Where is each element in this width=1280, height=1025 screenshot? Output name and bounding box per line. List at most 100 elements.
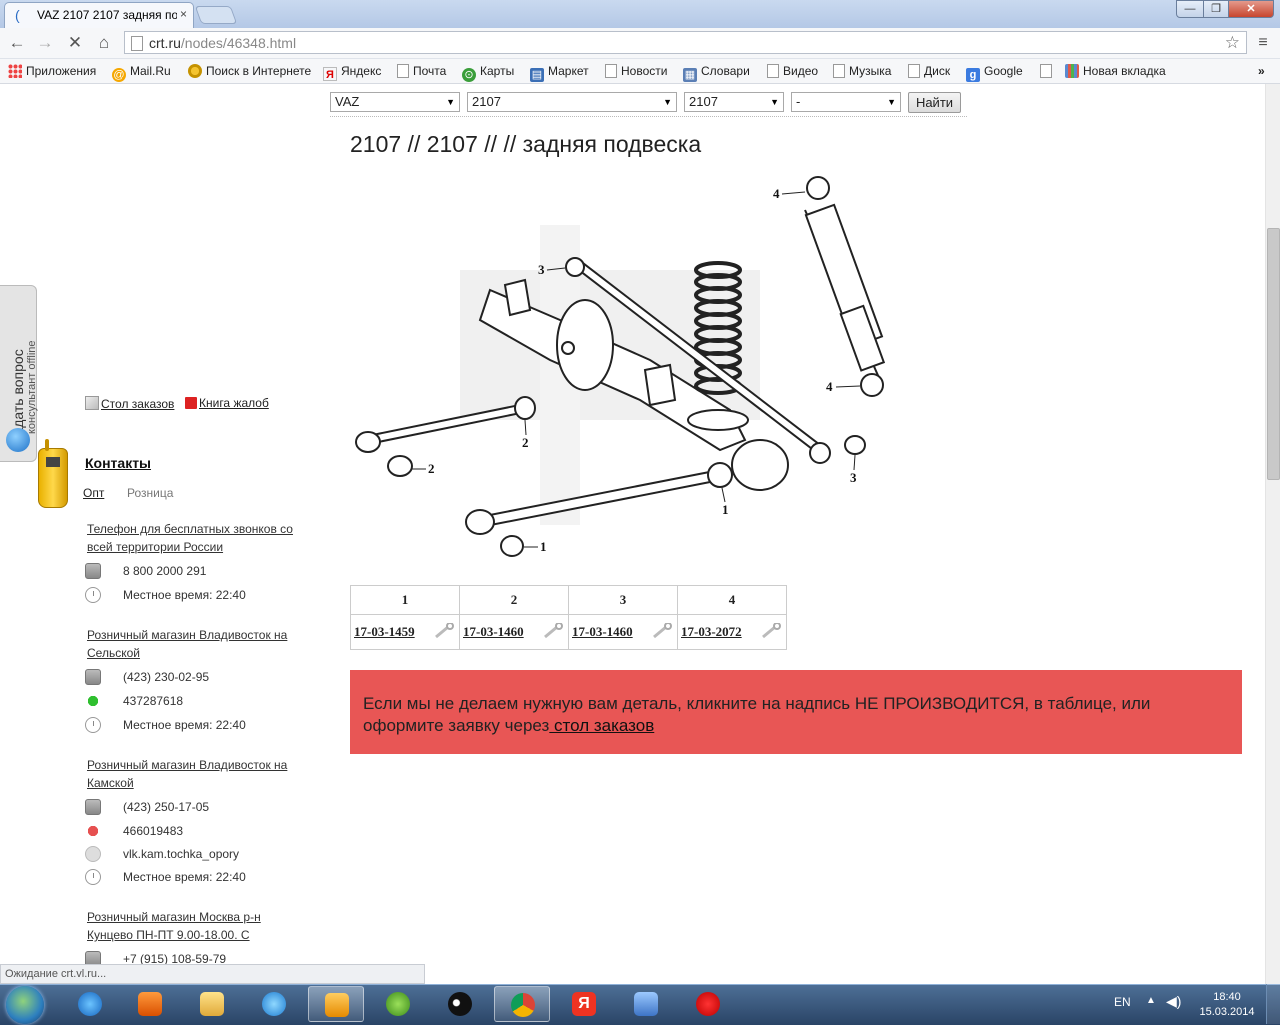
tab-wholesale[interactable]: Опт bbox=[83, 486, 104, 500]
parts-cell: 17-03-1460 bbox=[568, 614, 678, 650]
bookmark-music[interactable]: Музыка bbox=[833, 62, 891, 80]
contacts-title[interactable]: Контакты bbox=[85, 455, 151, 471]
back-arrow-icon[interactable]: ← bbox=[6, 33, 28, 53]
store1-phone: (423) 230-02-95 bbox=[123, 670, 210, 684]
taskbar-avast[interactable] bbox=[370, 986, 426, 1022]
bookmark-market[interactable]: ▤ Маркет bbox=[530, 62, 589, 82]
market-icon: ▤ bbox=[530, 68, 544, 82]
bookmark-search[interactable]: Поиск в Интернете bbox=[188, 62, 311, 80]
forward-arrow-icon[interactable]: → bbox=[34, 33, 56, 53]
bookmark-newtab[interactable]: Новая вкладка bbox=[1065, 62, 1166, 80]
orders-link[interactable]: Стол заказов bbox=[101, 397, 174, 411]
bookmark-google[interactable]: g Google bbox=[966, 62, 1023, 82]
taskbar-media-player[interactable] bbox=[122, 986, 178, 1022]
start-button[interactable] bbox=[6, 986, 44, 1024]
address-bar[interactable]: crt.ru/nodes/46348.html ☆ bbox=[124, 31, 1247, 54]
bookmark-star-icon[interactable]: ☆ bbox=[1225, 33, 1240, 53]
tray-clock[interactable]: 18:40 15.03.2014 bbox=[1196, 990, 1258, 1020]
bookmark-yandex[interactable]: Я Яндекс bbox=[323, 62, 381, 81]
callout-2-right: 2 bbox=[522, 435, 529, 450]
taskbar-owl[interactable] bbox=[432, 986, 488, 1022]
store2-title[interactable]: Розничный магазин Владивосток на Камской bbox=[87, 756, 302, 792]
taskbar-yandex[interactable] bbox=[680, 986, 736, 1022]
bookmark-apps[interactable]: Приложения bbox=[8, 62, 96, 80]
wrench-icon[interactable] bbox=[760, 623, 782, 639]
bookmark-disk[interactable]: Диск bbox=[908, 62, 950, 80]
parts-header-3: 3 bbox=[568, 585, 678, 615]
window-maximize-button[interactable]: ❐ bbox=[1203, 0, 1229, 18]
google-icon: g bbox=[966, 68, 980, 82]
window-minimize-button[interactable]: — bbox=[1176, 0, 1204, 18]
clock-time: 18:40 bbox=[1213, 991, 1241, 1003]
part-link[interactable]: 17-03-1459 bbox=[354, 624, 415, 639]
wrench-icon[interactable] bbox=[542, 623, 564, 639]
taskbar-ie[interactable] bbox=[62, 986, 118, 1022]
taskbar-outlook[interactable] bbox=[308, 986, 364, 1022]
apps-grid-icon bbox=[8, 64, 22, 78]
browser-tab[interactable]: ( VAZ 2107 2107 задняя подвеска × bbox=[4, 2, 194, 28]
maps-icon: ⊙ bbox=[462, 68, 476, 82]
part-link[interactable]: 17-03-1460 bbox=[572, 624, 633, 639]
bookmark-news[interactable]: Новости bbox=[605, 62, 667, 80]
taskbar-chrome[interactable] bbox=[494, 986, 550, 1022]
page-icon bbox=[397, 64, 409, 78]
store3-title[interactable]: Розничный магазин Москва р-н Кунцево ПН-… bbox=[87, 908, 302, 944]
not-produced-notice: Если мы не делаем нужную вам деталь, кли… bbox=[350, 670, 1242, 754]
model-select[interactable]: 2107 ▼ bbox=[467, 92, 677, 112]
bookmark-mailru[interactable]: @ Mail.Ru bbox=[112, 62, 171, 82]
tray-expand-icon[interactable]: ▲ bbox=[1146, 995, 1156, 1006]
dictionary-icon: ▦ bbox=[683, 68, 697, 82]
language-indicator[interactable]: EN bbox=[1114, 995, 1131, 1009]
ask-question-widget[interactable]: Задать вопрос консультант offline bbox=[0, 285, 38, 462]
chrome-icon bbox=[511, 993, 535, 1017]
yandex-icon bbox=[696, 992, 720, 1016]
scrollbar-thumb[interactable] bbox=[1267, 228, 1280, 480]
scrollbar[interactable] bbox=[1265, 84, 1280, 984]
telephone-icon bbox=[85, 799, 101, 815]
wrench-icon[interactable] bbox=[433, 623, 455, 639]
callout-4-bottom: 4 bbox=[826, 379, 833, 394]
store1-title[interactable]: Розничный магазин Владивосток на Сельско… bbox=[87, 626, 302, 662]
yandex-icon: Я bbox=[323, 67, 337, 81]
home-icon[interactable]: ⌂ bbox=[93, 33, 115, 53]
bookmark-mail[interactable]: Почта bbox=[397, 62, 446, 80]
show-desktop-button[interactable] bbox=[1266, 984, 1280, 1024]
window-close-button[interactable]: ✕ bbox=[1228, 0, 1274, 18]
submodel-select[interactable]: 2107 ▼ bbox=[684, 92, 784, 112]
extra-select[interactable]: - ▼ bbox=[791, 92, 901, 112]
bookmark-blank[interactable] bbox=[1040, 62, 1056, 80]
wrench-icon[interactable] bbox=[651, 623, 673, 639]
search-icon bbox=[188, 64, 202, 78]
dropdown-arrow-icon: ▼ bbox=[887, 97, 896, 107]
parts-cell: 17-03-1460 bbox=[459, 614, 569, 650]
callout-3-right: 3 bbox=[850, 470, 857, 485]
explorer-icon bbox=[200, 992, 224, 1016]
free-call-title[interactable]: Телефон для бесплатных звонков со всей т… bbox=[87, 520, 302, 556]
taskbar-explorer[interactable] bbox=[184, 986, 240, 1022]
owl-icon bbox=[448, 992, 472, 1016]
bookmark-video[interactable]: Видео bbox=[767, 62, 818, 80]
new-tab-button[interactable] bbox=[194, 6, 238, 24]
part-link[interactable]: 17-03-2072 bbox=[681, 624, 742, 639]
find-button[interactable]: Найти bbox=[908, 92, 961, 113]
newtab-icon bbox=[1065, 64, 1079, 78]
taskbar-yandex-browser[interactable]: Я bbox=[556, 986, 612, 1022]
bookmark-dictionaries[interactable]: ▦ Словари bbox=[683, 62, 750, 82]
stop-icon[interactable]: ✕ bbox=[64, 33, 86, 53]
tab-close-icon[interactable]: × bbox=[180, 7, 187, 21]
make-select[interactable]: VAZ ▼ bbox=[330, 92, 460, 112]
bookmark-maps[interactable]: ⊙ Карты bbox=[462, 62, 514, 82]
page-title: 2107 // 2107 // // задняя подвеска bbox=[350, 131, 702, 157]
chrome-menu-icon[interactable]: ≡ bbox=[1253, 33, 1273, 53]
tab-retail[interactable]: Розница bbox=[127, 486, 173, 500]
url-host: crt.ru bbox=[149, 35, 181, 51]
order-desk-link[interactable]: стол заказов bbox=[549, 716, 654, 735]
taskbar-network[interactable] bbox=[246, 986, 302, 1022]
ie-icon bbox=[78, 992, 102, 1016]
volume-icon[interactable]: ◀) bbox=[1166, 993, 1181, 1010]
store2-icq: 466019483 bbox=[123, 824, 184, 838]
part-link[interactable]: 17-03-1460 bbox=[463, 624, 524, 639]
bookmarks-overflow-icon[interactable]: » bbox=[1258, 62, 1265, 80]
taskbar-volume-app[interactable] bbox=[618, 986, 674, 1022]
complaints-link[interactable]: Книга жалоб bbox=[199, 396, 269, 410]
